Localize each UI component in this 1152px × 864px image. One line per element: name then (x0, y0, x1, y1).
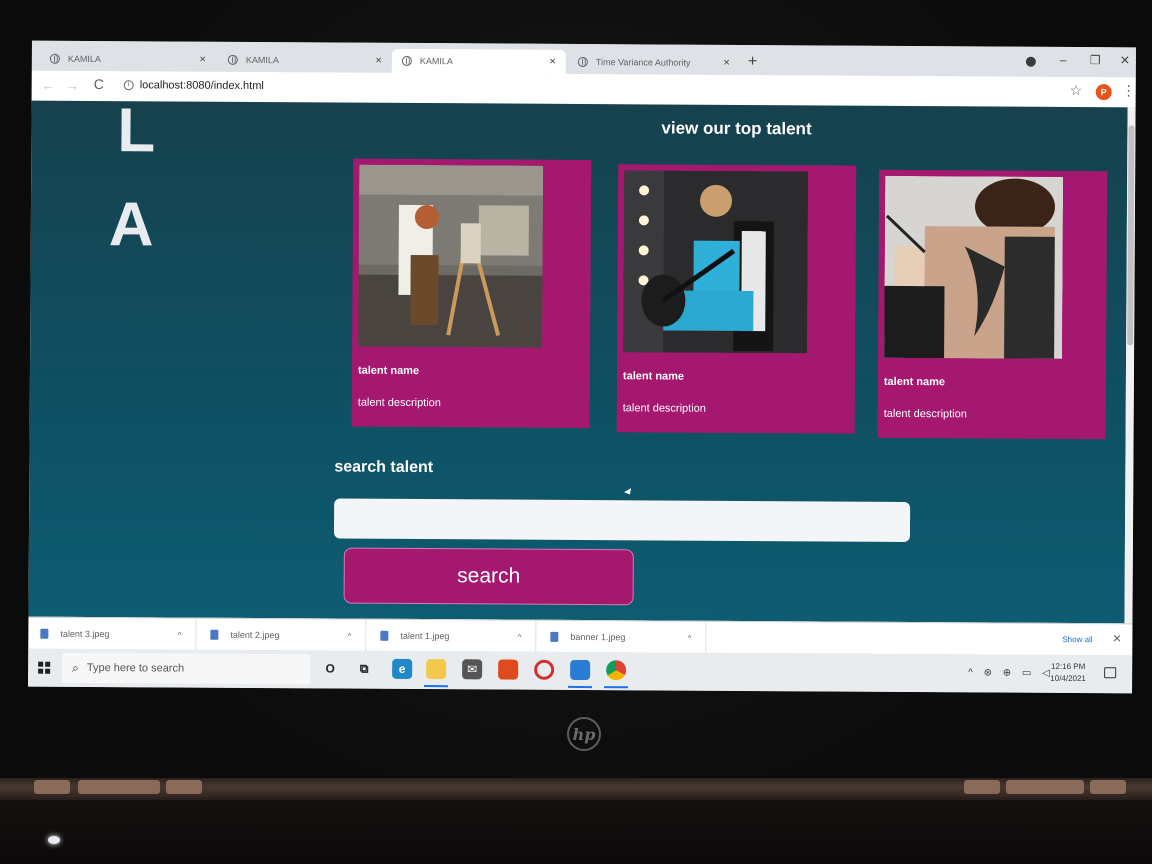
tab-close-icon[interactable]: × (723, 57, 730, 69)
download-filename: talent 2.jpeg (230, 629, 280, 641)
search-title: search talent (334, 458, 434, 477)
info-icon[interactable]: i (123, 80, 134, 91)
close-downloads-icon[interactable]: ✕ (1112, 632, 1121, 645)
minimize-button[interactable]: – (1060, 53, 1067, 67)
tab-close-icon[interactable]: × (549, 56, 556, 68)
image-file-icon (40, 628, 49, 639)
clock-time: 12:16 PM (1051, 661, 1086, 672)
mouse-cursor (624, 488, 634, 497)
hinge-pad (34, 780, 70, 794)
tab-close-icon[interactable]: × (375, 55, 382, 67)
section-title: view our top talent (661, 118, 812, 139)
page-content: L A view our top talent talent name tale… (28, 100, 1128, 624)
mail-icon[interactable]: ✉ (462, 659, 483, 680)
hinge-pad (1090, 780, 1126, 794)
tab-title: KAMILA (67, 53, 101, 65)
image-file-icon (210, 629, 219, 640)
edge-icon[interactable]: e (392, 658, 413, 679)
globe-icon (227, 54, 238, 65)
talent-card[interactable]: talent name talent description (877, 169, 1108, 440)
system-tray[interactable]: ^ ⊛ ⊕ ▭ ◁ (968, 667, 1054, 679)
tattoo-artist-photo (884, 175, 1064, 359)
tab-title: Time Variance Authority (595, 57, 691, 68)
file-explorer-icon[interactable] (426, 659, 447, 680)
active-app-indicator (604, 686, 629, 689)
browser-tab-active[interactable]: KAMILA × (391, 48, 566, 74)
search-button[interactable]: search (343, 547, 634, 606)
talent-description: talent description (622, 402, 706, 415)
globe-icon (401, 55, 412, 66)
hp-logo: hp (567, 717, 601, 751)
tab-close-icon[interactable]: × (199, 54, 206, 66)
chevron-up-icon[interactable]: ^ (178, 630, 182, 639)
hinge-pad (1006, 780, 1084, 794)
back-button[interactable]: ← (42, 78, 55, 93)
task-view-icon[interactable]: ⧉ (354, 659, 374, 679)
download-item[interactable]: talent 1.jpeg ^ (368, 619, 537, 653)
download-filename: talent 3.jpeg (60, 628, 110, 640)
reload-button[interactable]: C (94, 76, 104, 92)
banner-letter: A (108, 190, 154, 260)
musician-photo (623, 170, 809, 354)
talent-description: talent description (883, 407, 967, 421)
painter-photo (358, 164, 544, 348)
hinge-pad (964, 780, 1000, 794)
download-filename: banner 1.jpeg (570, 631, 626, 643)
hinge-pad (166, 780, 202, 794)
chevron-up-icon[interactable]: ^ (518, 632, 522, 641)
chrome-icon[interactable] (606, 660, 627, 681)
talent-card[interactable]: talent name talent description (616, 164, 857, 434)
window-close-button[interactable]: ✕ (1120, 53, 1130, 67)
opera-icon[interactable] (534, 659, 555, 680)
taskbar-search-placeholder: Type here to search (86, 661, 185, 675)
image-file-icon (550, 631, 559, 642)
extension-icon[interactable] (1025, 56, 1036, 67)
taskbar-search[interactable]: ⌕ Type here to search (62, 652, 311, 685)
laptop-base (0, 800, 1152, 864)
image-file-icon (380, 630, 389, 641)
power-led (48, 836, 60, 844)
browser-tab[interactable]: KAMILA × (218, 48, 392, 73)
notification-icon[interactable] (1104, 667, 1117, 679)
profile-avatar[interactable]: P (1095, 84, 1112, 101)
screen: KAMILA × KAMILA × KAMILA × Time Variance… (28, 40, 1136, 694)
download-item[interactable]: talent 3.jpeg ^ (28, 617, 197, 651)
globe-icon (577, 56, 588, 68)
download-item[interactable]: talent 2.jpeg ^ (198, 618, 367, 652)
globe-icon (49, 53, 60, 64)
bookmark-star-icon[interactable]: ☆ (1070, 82, 1083, 99)
talent-name: talent name (883, 375, 946, 389)
search-icon: ⌕ (72, 660, 79, 675)
browser-tab[interactable]: KAMILA × (40, 47, 216, 72)
talent-search-input[interactable] (333, 498, 911, 543)
clock-date: 10/4/2021 (1050, 673, 1086, 684)
chevron-up-icon[interactable]: ^ (688, 633, 692, 642)
talent-name: talent name (622, 370, 685, 383)
office-icon[interactable] (498, 659, 519, 680)
tab-title: KAMILA (245, 54, 279, 66)
new-tab-button[interactable]: + (748, 53, 757, 71)
windows-start-icon[interactable] (38, 661, 51, 674)
chevron-up-icon[interactable]: ^ (348, 631, 352, 640)
forward-button[interactable]: → (66, 78, 79, 93)
talent-card[interactable]: talent name talent description (351, 158, 592, 429)
active-app-indicator (568, 685, 593, 689)
download-filename: talent 1.jpeg (400, 630, 450, 642)
cortana-icon[interactable]: O (320, 658, 340, 678)
clock[interactable]: 12:16 PM 10/4/2021 (1044, 661, 1092, 685)
browser-tab[interactable]: Time Variance Authority × (568, 50, 740, 75)
talent-name: talent name (357, 364, 420, 378)
menu-icon[interactable]: ⋮ (1122, 82, 1136, 99)
tab-title: KAMILA (419, 56, 453, 67)
show-all-link[interactable]: Show all (1062, 635, 1092, 644)
banner-letter: L (117, 100, 156, 166)
talent-description: talent description (357, 396, 441, 410)
windows-taskbar: ⌕ Type here to search O ⧉ e ✉ ^ ⊛ ⊕ ▭ ◁ … (28, 648, 1133, 694)
hinge-pad (78, 780, 160, 794)
maximize-button[interactable]: ❐ (1090, 53, 1101, 67)
active-app-indicator (424, 685, 449, 688)
download-item[interactable]: banner 1.jpeg ^ (538, 620, 707, 654)
vscode-icon[interactable] (570, 659, 591, 681)
address-bar[interactable]: localhost:8080/index.html (140, 79, 264, 92)
